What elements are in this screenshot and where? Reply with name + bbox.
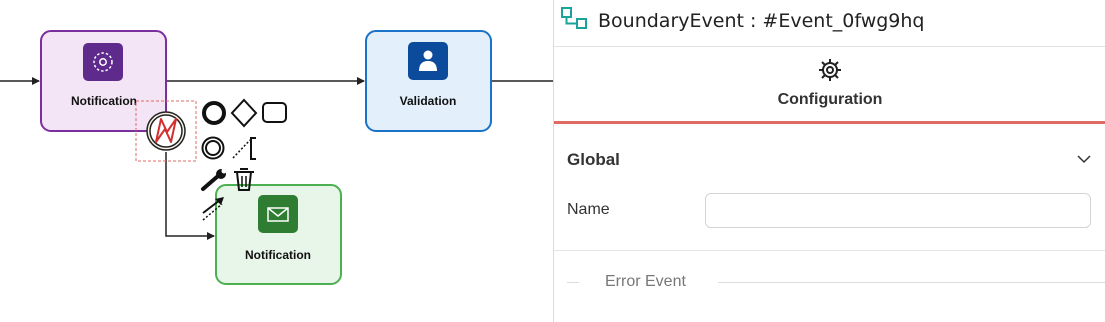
- section-global-header[interactable]: Global: [554, 138, 1105, 182]
- boundary-event-flow[interactable]: [165, 152, 215, 240]
- panel-title: BoundaryEvent : #Event_0fwg9hq: [598, 10, 925, 32]
- append-gateway-button[interactable]: [230, 98, 258, 128]
- panel-header: BoundaryEvent : #Event_0fwg9hq: [554, 0, 1105, 47]
- diagram-svg: Notification Validation Notification: [0, 30, 553, 285]
- task-notification-1[interactable]: Notification: [40, 30, 167, 132]
- error-event-legend: Error Event: [605, 273, 686, 290]
- task-label-validation: Validation: [400, 94, 457, 108]
- gear-icon: [817, 57, 843, 88]
- section-global-title: Global: [567, 150, 620, 169]
- settings-gear-icon: [83, 43, 123, 81]
- task-label-notification-2: Notification: [245, 248, 311, 262]
- name-field-label: Name: [567, 201, 610, 218]
- tab-configuration-label: Configuration: [777, 91, 883, 108]
- bpmn-canvas[interactable]: Notification Validation Notification: [0, 0, 553, 322]
- chevron-down-icon[interactable]: [1076, 152, 1092, 170]
- name-input[interactable]: [705, 193, 1091, 228]
- task-notification-2[interactable]: Notification: [215, 184, 342, 285]
- boundary-event-type-icon: [560, 4, 590, 39]
- section-divider: [554, 250, 1105, 251]
- fieldset-border-right: [718, 282, 1105, 283]
- append-intermediate-event-button[interactable]: [201, 136, 225, 160]
- task-validation[interactable]: Validation: [365, 30, 492, 132]
- properties-panel: BoundaryEvent : #Event_0fwg9hq Configura…: [553, 0, 1105, 322]
- append-end-event-button[interactable]: [202, 101, 226, 125]
- append-text-annotation-button[interactable]: [232, 137, 256, 160]
- append-task-button[interactable]: [262, 102, 287, 123]
- fieldset-border-left: [567, 282, 579, 283]
- task-label-notification-1: Notification: [71, 94, 137, 108]
- tab-configuration[interactable]: Configuration: [554, 47, 1105, 124]
- envelope-icon: [258, 195, 298, 233]
